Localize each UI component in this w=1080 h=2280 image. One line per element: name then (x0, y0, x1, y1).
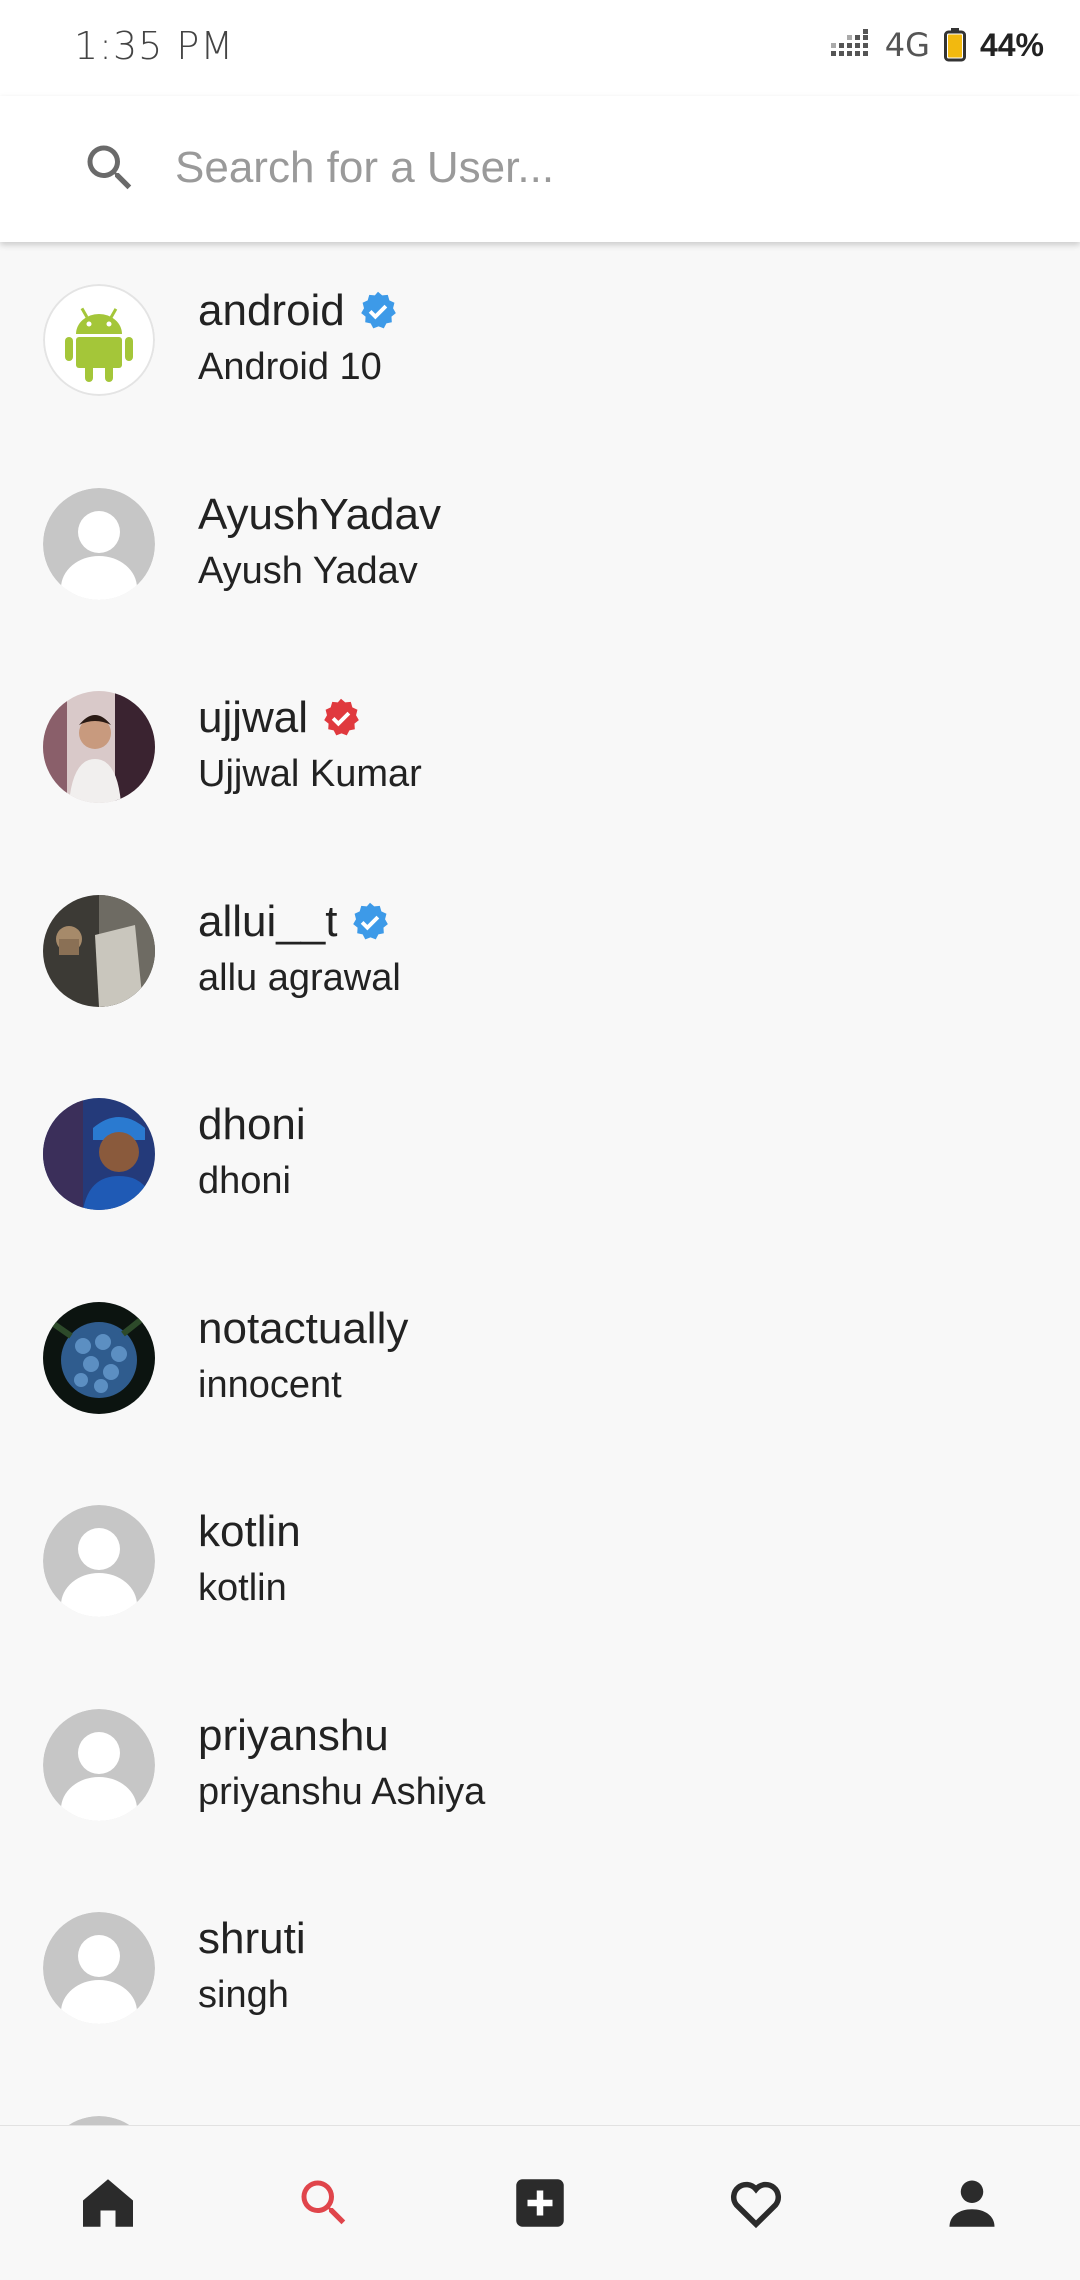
username-text: notactually (198, 1303, 409, 1353)
avatar (43, 894, 155, 1007)
username: shruti (198, 1914, 306, 1964)
user-list: android Android 10 AyushYadav Ayush Yada… (0, 242, 1080, 2277)
nav-home[interactable] (48, 2143, 168, 2263)
username-text: AyushYadav (198, 489, 441, 539)
search-icon (87, 145, 132, 190)
list-item[interactable]: AyushYadav Ayush Yadav (0, 446, 1080, 650)
list-item[interactable]: notactually innocent (0, 1260, 1080, 1464)
full-name: dhoni (198, 1160, 291, 1202)
search-icon (301, 2180, 346, 2225)
username-text: ujjwal (198, 693, 309, 742)
status-indicators: 4G 44% (830, 26, 1044, 64)
full-name: Ayush Yadav (198, 549, 418, 592)
profile-photo-icon (43, 1098, 155, 1210)
full-name: priyanshu Ashiya (198, 1770, 486, 1813)
avatar (43, 1098, 155, 1210)
full-name: innocent (198, 1363, 342, 1406)
avatar (43, 1912, 155, 2024)
list-item[interactable]: dhoni dhoni (0, 1056, 1080, 1260)
verified-badge-icon (324, 698, 359, 736)
username-text: kotlin (198, 1507, 301, 1556)
avatar (43, 1708, 155, 1821)
username-text: shruti (198, 1914, 306, 1963)
profile-icon (949, 2180, 995, 2227)
username-text: android (198, 286, 345, 335)
full-name: kotlin (198, 1567, 287, 1609)
username-text: dhoni (198, 1100, 306, 1149)
nav-profile[interactable] (912, 2143, 1032, 2263)
username-text: allui__t (198, 896, 338, 946)
default-avatar-icon (43, 1912, 155, 2024)
username: AyushYadav (198, 490, 441, 540)
username-text: priyanshu (198, 1710, 389, 1760)
list-item[interactable]: priyanshu priyanshu Ashiya (0, 1667, 1080, 1871)
search-bar (0, 96, 1080, 242)
profile-photo-icon (43, 894, 155, 1007)
avatar (43, 284, 155, 396)
bottom-navigation (0, 2125, 1080, 2280)
status-time: 1:35 PM (74, 24, 235, 68)
list-item[interactable]: kotlin kotlin (0, 1463, 1080, 1667)
home-icon (83, 2179, 133, 2227)
nav-add-post[interactable] (480, 2143, 600, 2263)
signal-icon (830, 29, 868, 56)
verified-badge-icon (353, 902, 389, 939)
full-name: allu agrawal (198, 956, 401, 999)
nav-activity[interactable] (696, 2143, 816, 2263)
avatar (43, 1301, 155, 1414)
username: kotlin (198, 1507, 301, 1557)
heart-icon (730, 2181, 782, 2229)
username: notactually (198, 1304, 408, 1354)
full-name: Ujjwal Kumar (198, 753, 422, 795)
network-type: 4G (884, 26, 930, 64)
username: android (198, 286, 399, 336)
battery-percent: 44% (979, 26, 1044, 63)
list-item[interactable]: ujjwal Ujjwal Kumar (0, 649, 1080, 853)
profile-photo-icon (43, 691, 155, 803)
battery-icon (943, 28, 966, 62)
default-avatar-icon (43, 1708, 155, 1821)
add-post-icon (516, 2179, 564, 2227)
android-logo-icon (43, 284, 155, 396)
verified-badge-icon (360, 291, 396, 329)
default-avatar-icon (43, 487, 155, 600)
username: allui__t (198, 897, 391, 947)
full-name: singh (198, 1974, 289, 2016)
list-item[interactable]: shruti singh (0, 1870, 1080, 2074)
nav-search[interactable] (264, 2143, 384, 2263)
list-item[interactable]: allui__t allu agrawal (0, 853, 1080, 1057)
list-item[interactable]: android Android 10 (0, 242, 1080, 446)
default-avatar-icon (43, 1505, 155, 1617)
avatar (43, 691, 155, 803)
username: dhoni (198, 1100, 306, 1150)
full-name: Android 10 (198, 346, 382, 388)
username: ujjwal (198, 693, 362, 743)
profile-photo-icon (43, 1301, 155, 1414)
status-bar: 1:35 PM 4G 44% (0, 0, 1080, 96)
search-input[interactable] (175, 126, 1035, 210)
username: priyanshu (198, 1711, 389, 1761)
avatar (43, 487, 155, 600)
avatar (43, 1505, 155, 1617)
